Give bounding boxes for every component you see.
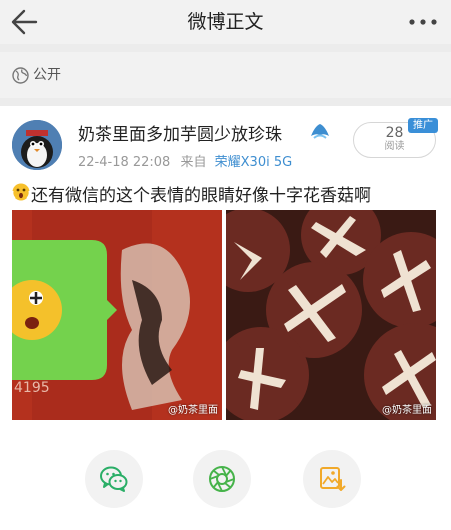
visibility-row: 公开 xyxy=(0,52,451,98)
post-text: 还有微信的这个表情的眼睛好像十字花香菇啊 xyxy=(31,186,371,206)
share-moments-button[interactable] xyxy=(193,450,251,508)
divider xyxy=(0,44,451,52)
shiitake-mushroom-photo xyxy=(226,210,436,420)
post-meta: 22-4-18 22:08 来自 荣耀X30i 5G xyxy=(78,151,292,170)
read-label: 阅读 xyxy=(384,141,405,152)
image-watermark: @奶茶里面 xyxy=(168,405,218,416)
wechat-emoji-photo: 4195 xyxy=(12,210,222,420)
divider xyxy=(0,98,451,106)
share-wechat-button[interactable] xyxy=(85,450,143,508)
post-image[interactable]: @奶茶里面 xyxy=(226,210,436,420)
moments-icon xyxy=(209,466,235,492)
visibility-label: 公开 xyxy=(33,67,61,83)
post-image[interactable]: 4195 @奶茶里面 xyxy=(12,210,222,420)
avatar-image xyxy=(12,120,62,170)
save-image-icon xyxy=(320,467,346,491)
shocked-face-emoji-icon xyxy=(12,183,30,201)
top-bar: 微博正文 xyxy=(0,0,451,44)
promo-tag[interactable]: 推广 xyxy=(408,118,438,133)
globe-icon xyxy=(12,67,29,84)
avatar[interactable] xyxy=(12,120,62,170)
page-title: 微博正文 xyxy=(187,11,264,33)
photo-number: 4195 xyxy=(14,380,50,396)
post-date: 22-4-18 22:08 xyxy=(78,155,171,170)
member-badge-icon[interactable] xyxy=(309,120,331,142)
post-source-label: 来自 xyxy=(180,155,207,170)
more-dots-icon xyxy=(409,19,437,25)
more-button[interactable] xyxy=(405,4,441,40)
save-image-button[interactable] xyxy=(303,450,361,508)
wechat-icon xyxy=(100,466,128,492)
author-name[interactable]: 奶茶里面多加芋圆少放珍珠 xyxy=(78,120,282,145)
post-device[interactable]: 荣耀X30i 5G xyxy=(215,155,293,170)
image-watermark: @奶茶里面 xyxy=(382,405,432,416)
